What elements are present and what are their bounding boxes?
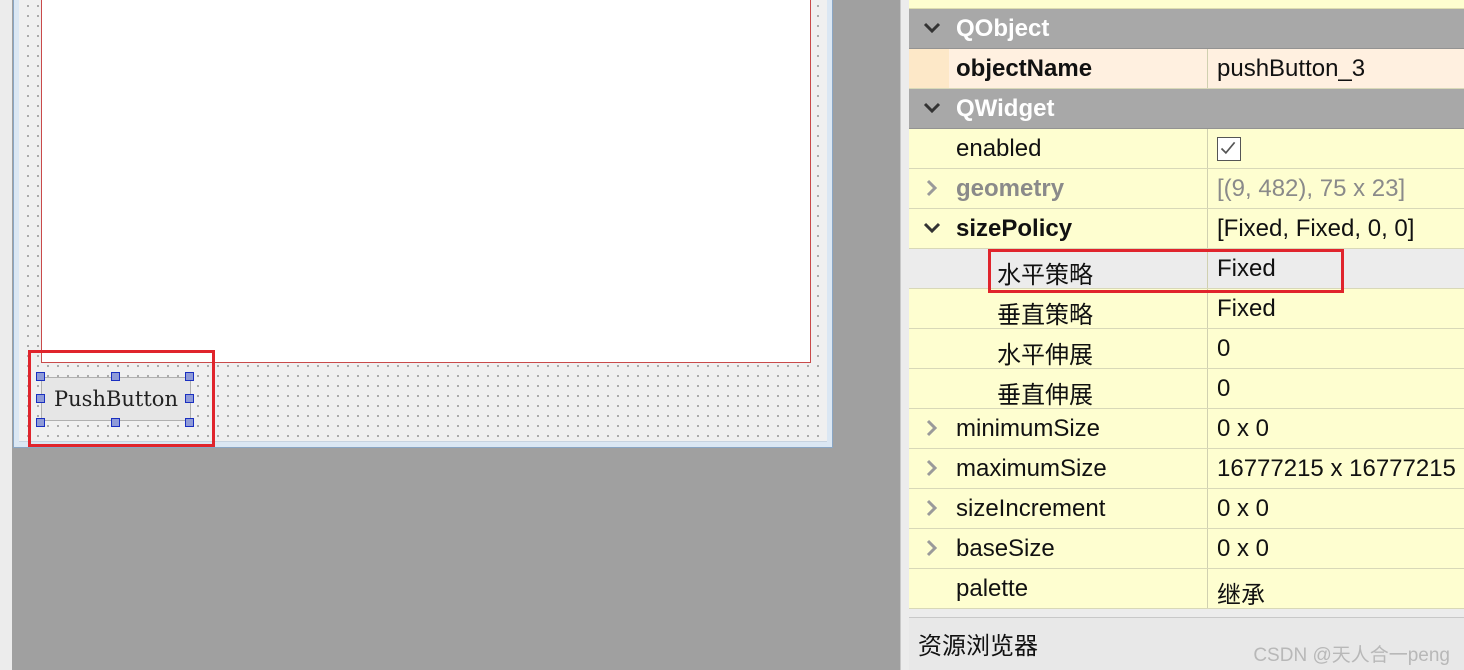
chevron-right-icon[interactable] — [923, 179, 941, 197]
selection-handle-top-center[interactable] — [111, 372, 120, 381]
chevron-right-icon[interactable] — [923, 459, 941, 477]
selection-handle-middle-right[interactable] — [185, 394, 194, 403]
property-value: Fixed — [1217, 295, 1276, 322]
property-row-sizeincrement[interactable]: sizeIncrement 0 x 0 — [909, 489, 1464, 529]
property-row-sizepolicy[interactable]: sizePolicy [Fixed, Fixed, 0, 0] — [909, 209, 1464, 249]
section-qwidget[interactable]: QWidget — [909, 89, 1464, 129]
section-label: QWidget — [956, 95, 1055, 122]
selection-handle-middle-left[interactable] — [36, 394, 45, 403]
property-name: 垂直伸展 — [997, 382, 1093, 409]
property-name: maximumSize — [956, 455, 1107, 482]
property-value-field[interactable]: [(9, 482), 75 x 23] — [1208, 169, 1464, 208]
section-label: QObject — [956, 15, 1050, 42]
property-value-field[interactable]: 继承 — [1208, 569, 1464, 608]
push-button-label: PushButton — [54, 387, 178, 411]
property-name: minimumSize — [956, 415, 1101, 442]
property-value-field[interactable]: [Fixed, Fixed, 0, 0] — [1208, 209, 1464, 248]
property-row-maximumsize[interactable]: maximumSize 16777215 x 16777215 — [909, 449, 1464, 489]
property-row-vertical-policy[interactable]: 垂直策略 Fixed — [909, 289, 1464, 329]
property-value-field[interactable]: Fixed — [1208, 249, 1464, 288]
property-row-vertical-stretch[interactable]: 垂直伸展 0 — [909, 369, 1464, 409]
chevron-right-icon[interactable] — [923, 539, 941, 557]
property-table-top — [909, 0, 1464, 9]
designer-canvas[interactable]: PushButton — [12, 0, 900, 670]
property-row-minimumsize[interactable]: minimumSize 0 x 0 — [909, 409, 1464, 449]
watermark: CSDN @天人合一peng — [1253, 645, 1450, 666]
property-value: 0 x 0 — [1217, 495, 1270, 522]
property-name: enabled — [956, 135, 1042, 162]
selection-handle-bottom-center[interactable] — [111, 418, 120, 427]
property-name: palette — [956, 575, 1029, 602]
property-value-field[interactable]: 0 — [1208, 369, 1464, 408]
property-table: QObject objectName pushButton_3 QWidget … — [909, 0, 1464, 609]
chevron-down-icon[interactable] — [923, 99, 941, 117]
form-grid[interactable]: PushButton — [19, 0, 827, 442]
property-value-field[interactable]: pushButton_3 — [1208, 49, 1464, 88]
central-widget[interactable] — [41, 0, 811, 363]
property-value: pushButton_3 — [1217, 55, 1366, 82]
property-value-field[interactable]: 16777215 x 16777215 — [1208, 449, 1464, 488]
property-row-horizontal-policy[interactable]: 水平策略 Fixed — [909, 249, 1464, 289]
chevron-down-icon[interactable] — [923, 219, 941, 237]
property-name: 垂直策略 — [997, 302, 1093, 329]
property-row-objectname[interactable]: objectName pushButton_3 — [909, 49, 1464, 89]
selection-handle-top-right[interactable] — [185, 372, 194, 381]
property-row-enabled[interactable]: enabled — [909, 129, 1464, 169]
enabled-checkbox[interactable] — [1217, 137, 1241, 161]
property-name: geometry — [956, 175, 1065, 202]
property-value-field[interactable]: 0 x 0 — [1208, 409, 1464, 448]
property-value-field[interactable]: Fixed — [1208, 289, 1464, 328]
property-row-palette[interactable]: palette 继承 — [909, 569, 1464, 609]
selection-handle-bottom-left[interactable] — [36, 418, 45, 427]
resource-browser-title: 资源浏览器 — [918, 633, 1038, 660]
property-name: objectName — [956, 55, 1093, 82]
section-qobject[interactable]: QObject — [909, 9, 1464, 49]
property-value: 0 x 0 — [1217, 535, 1270, 562]
property-row-horizontal-stretch[interactable]: 水平伸展 0 — [909, 329, 1464, 369]
property-name: 水平策略 — [997, 262, 1093, 289]
property-value-field[interactable]: 0 x 0 — [1208, 489, 1464, 528]
form-window[interactable]: PushButton — [13, 0, 833, 448]
property-name: 水平伸展 — [997, 342, 1093, 369]
property-editor: QObject objectName pushButton_3 QWidget … — [909, 0, 1464, 670]
property-value: [(9, 482), 75 x 23] — [1217, 175, 1406, 202]
push-button[interactable]: PushButton — [41, 377, 191, 421]
property-value: 0 — [1217, 335, 1231, 362]
chevron-down-icon[interactable] — [923, 19, 941, 37]
property-value: [Fixed, Fixed, 0, 0] — [1217, 215, 1415, 242]
property-value-field[interactable]: 0 — [1208, 329, 1464, 368]
resource-browser-header[interactable]: 资源浏览器 CSDN @天人合一peng — [909, 617, 1464, 670]
chevron-right-icon[interactable] — [923, 419, 941, 437]
property-name: baseSize — [956, 535, 1055, 562]
property-value: Fixed — [1217, 255, 1276, 282]
property-value: 16777215 x 16777215 — [1217, 455, 1456, 482]
row-marker — [909, 49, 949, 88]
property-value: 0 x 0 — [1217, 415, 1270, 442]
property-row-geometry[interactable]: geometry [(9, 482), 75 x 23] — [909, 169, 1464, 209]
property-row-basesize[interactable]: baseSize 0 x 0 — [909, 529, 1464, 569]
property-value: 0 — [1217, 375, 1231, 402]
property-value: 继承 — [1217, 582, 1265, 608]
property-name: sizePolicy — [956, 215, 1073, 242]
property-value-field[interactable]: 0 x 0 — [1208, 529, 1464, 568]
property-name: sizeIncrement — [956, 495, 1106, 522]
selection-handle-bottom-right[interactable] — [185, 418, 194, 427]
selection-handle-top-left[interactable] — [36, 372, 45, 381]
chevron-right-icon[interactable] — [923, 499, 941, 517]
checkmark-icon — [1220, 141, 1236, 155]
